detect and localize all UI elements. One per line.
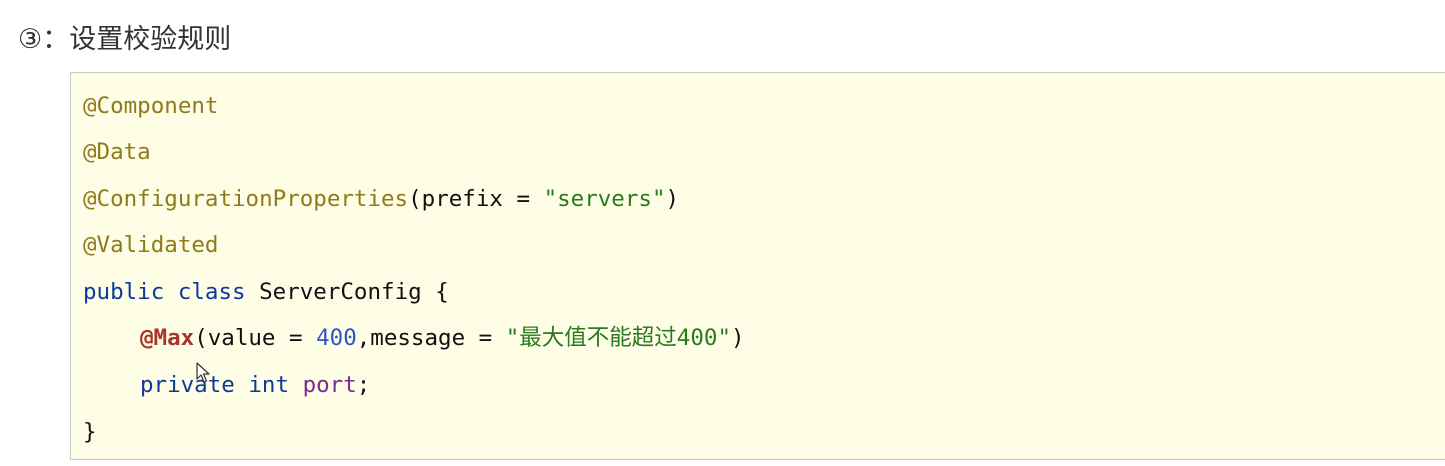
code-line-8: } [83,415,97,449]
message-assignment: ,message = [356,325,506,351]
keyword-int: int [248,372,290,398]
keyword-private: private [140,372,235,398]
prefix-string: "servers" [543,186,666,212]
field-port: port [302,372,357,398]
value-assignment: (value = [194,325,317,351]
code-line-3: @ConfigurationProperties(prefix = "serve… [83,182,679,216]
annotation-component: @Component [83,93,219,119]
max-value-number: 400 [316,325,357,351]
keyword-public: public [83,279,165,305]
message-string: "最大值不能超过400" [505,325,731,351]
annotation-validated: @Validated [83,232,219,258]
code-line-5: public class ServerConfig { [83,275,449,309]
code-block: @Component @Data @ConfigurationPropertie… [70,72,1445,460]
prefix-assignment: (prefix = [408,186,544,212]
code-line-4: @Validated [83,228,218,262]
closing-brace: } [83,419,97,445]
annotation-data: @Data [83,139,151,165]
annotation-configuration-properties: @ConfigurationProperties [83,186,409,212]
code-line-1: @Component [83,89,218,123]
close-paren: ) [665,186,680,212]
semicolon: ; [356,372,371,398]
step-heading: ③：设置校验规则 [18,24,232,55]
code-line-6: @Max(value = 400,message = "最大值不能超过400") [83,321,745,355]
keyword-class: class [177,279,246,305]
class-name: ServerConfig { [259,279,449,305]
code-line-2: @Data [83,135,151,169]
annotation-max: @Max [140,325,195,351]
code-line-7: private int port; [83,368,370,402]
close-paren: ) [731,325,745,351]
mouse-pointer-icon [196,362,210,383]
